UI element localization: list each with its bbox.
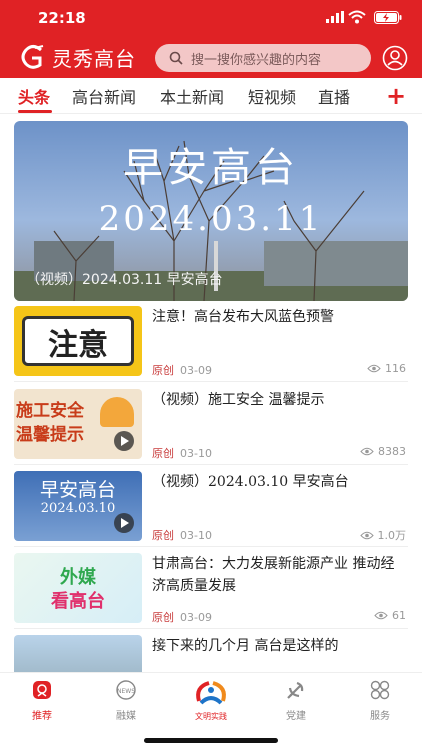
nav-civilization[interactable]: 文明实践: [181, 679, 241, 722]
view-count: 61: [374, 609, 406, 622]
view-count-value: 61: [392, 609, 406, 622]
play-icon: [114, 431, 134, 451]
article-date: 03-10: [180, 529, 212, 542]
channel-tabs: 头条 高台新闻 本土新闻 短视频 直播 +: [0, 78, 422, 114]
nav-recommend[interactable]: 推荐: [12, 679, 72, 722]
article-title: 注意！高台发布大风蓝色预警: [152, 309, 334, 325]
thumbnail-text: 温馨提示: [16, 425, 84, 445]
list-item[interactable]: 注意 注意！高台发布大风蓝色预警 原创 03-09 116: [14, 306, 408, 382]
nav-label: 融媒: [116, 711, 136, 722]
article-meta: 原创 03-10: [152, 527, 212, 543]
eye-icon: [360, 447, 374, 456]
tab-fade: [362, 78, 384, 112]
news-icon: NEWS: [116, 680, 136, 700]
tab-short-video[interactable]: 短视频: [248, 84, 296, 108]
article-title: 甘肃高台：大力发展新能源产业 推动经济高质量发展: [152, 556, 395, 594]
nav-label: 文明实践: [195, 712, 227, 721]
nav-party[interactable]: 党建: [266, 679, 326, 722]
featured-banner[interactable]: 早安高台 2024.03.11 （视频）2024.03.11 早安高台: [14, 121, 408, 301]
user-profile-icon[interactable]: [382, 45, 408, 71]
civilization-logo-icon: [196, 681, 226, 705]
original-tag: 原创: [152, 529, 174, 542]
article-meta: 原创 03-09: [152, 362, 212, 378]
nav-label: 服务: [370, 711, 390, 722]
nav-media[interactable]: NEWS 融媒: [96, 679, 156, 722]
recommend-icon: [33, 681, 51, 699]
article-title: 接下来的几个月 高台是这样的: [152, 638, 339, 654]
article-thumbnail: 外媒 看高台: [14, 553, 142, 623]
status-bar: 22:18: [0, 0, 422, 36]
play-icon: [114, 513, 134, 533]
battery-charging-icon: [374, 11, 402, 24]
banner-date: 2024.03.11: [98, 199, 324, 239]
view-count-value: 1.0万: [377, 529, 407, 542]
divider: [14, 628, 408, 629]
nav-services[interactable]: 服务: [350, 679, 410, 722]
original-tag: 原创: [152, 364, 174, 377]
search-bar[interactable]: 搜一搜你感兴趣的内容: [155, 44, 371, 72]
view-count-value: 8383: [378, 445, 406, 458]
brand: 灵秀高台: [20, 43, 136, 71]
tab-headlines[interactable]: 头条: [18, 84, 50, 108]
nav-label: 推荐: [32, 711, 52, 722]
status-time: 22:18: [38, 9, 86, 27]
app-logo-icon: [21, 45, 44, 69]
article-meta: 原创 03-10: [152, 445, 212, 461]
list-item[interactable]: 接下来的几个月 高台是这样的: [14, 635, 408, 672]
app-name: 灵秀高台: [52, 46, 136, 71]
article-thumbnail: 早安高台 2024.03.10: [14, 471, 142, 541]
tab-gaotai-news[interactable]: 高台新闻: [72, 84, 136, 108]
divider: [14, 546, 408, 547]
wifi-icon: [348, 10, 366, 24]
banner-caption: （视频）2024.03.11 早安高台: [26, 272, 223, 288]
divider: [14, 381, 408, 382]
party-icon: [287, 681, 304, 699]
svg-text:NEWS: NEWS: [117, 688, 135, 695]
thumbnail-text: 注意: [48, 328, 108, 363]
view-count: 1.0万: [359, 527, 407, 543]
article-title: （视频）施工安全 温馨提示: [152, 392, 325, 408]
thumbnail-text: 外媒: [60, 567, 96, 588]
app-header: 22:18 灵秀高台 搜一搜你感兴趣的内容: [0, 0, 422, 78]
divider: [14, 464, 408, 465]
article-thumbnail: [14, 635, 142, 672]
search-icon: [169, 51, 183, 65]
article-thumbnail: 施工安全 温馨提示: [14, 389, 142, 459]
view-count: 116: [367, 362, 406, 375]
tab-local-news[interactable]: 本土新闻: [160, 84, 224, 108]
view-count-value: 116: [385, 362, 406, 375]
banner-title: 早安高台: [123, 145, 299, 191]
thumbnail-text: 看高台: [51, 591, 105, 612]
thumbnail-text: 施工安全: [16, 401, 84, 421]
list-item[interactable]: 外媒 看高台 甘肃高台：大力发展新能源产业 推动经济高质量发展 原创 03-09 …: [14, 553, 408, 629]
article-date: 03-09: [180, 364, 212, 377]
cellular-signal-icon: [326, 11, 344, 23]
eye-icon: [374, 611, 388, 620]
article-date: 03-09: [180, 611, 212, 624]
nav-label: 党建: [286, 711, 306, 722]
article-meta: 原创 03-09: [152, 609, 212, 625]
list-item[interactable]: 施工安全 温馨提示 （视频）施工安全 温馨提示 原创 03-10 8383: [14, 389, 408, 465]
active-tab-indicator: [18, 110, 52, 113]
home-indicator: [144, 738, 278, 743]
article-title: （视频）2024.03.10 早安高台: [152, 474, 349, 490]
original-tag: 原创: [152, 611, 174, 624]
list-item[interactable]: 早安高台 2024.03.10 （视频）2024.03.10 早安高台 原创 03…: [14, 471, 408, 547]
add-channel-button[interactable]: +: [386, 82, 406, 110]
tab-live[interactable]: 直播: [318, 84, 350, 108]
article-date: 03-10: [180, 447, 212, 460]
thumbnail-text: 早安高台: [39, 479, 116, 501]
view-count: 8383: [360, 445, 406, 458]
services-icon: [370, 680, 390, 700]
original-tag: 原创: [152, 447, 174, 460]
article-thumbnail: 注意: [14, 306, 142, 376]
eye-icon: [359, 531, 374, 539]
search-placeholder: 搜一搜你感兴趣的内容: [191, 52, 322, 68]
eye-icon: [367, 364, 381, 373]
